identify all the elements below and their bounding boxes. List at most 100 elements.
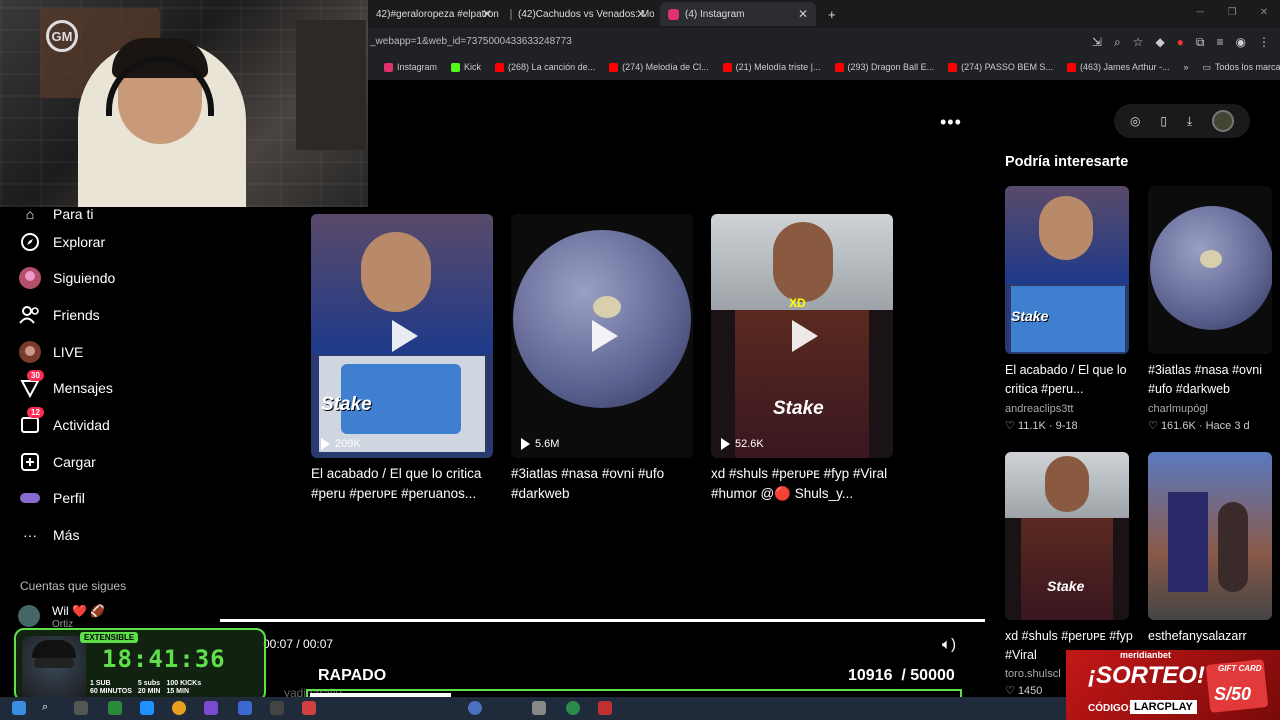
sidebar-item-label: Actividad	[53, 417, 110, 433]
zoom-icon[interactable]: ⌕	[1114, 35, 1121, 50]
app-icon[interactable]	[598, 701, 612, 715]
app-icon[interactable]	[108, 701, 122, 715]
play-icon[interactable]	[392, 320, 418, 352]
bookmark-item[interactable]: (268) La canción de...	[495, 62, 595, 72]
mobile-icon[interactable]: ▯	[1160, 114, 1167, 128]
install-icon[interactable]: ⇲	[1092, 35, 1102, 50]
volume-icon[interactable]: 🔈︎)	[942, 636, 956, 653]
sidebar-item-cargar[interactable]: Cargar	[18, 447, 96, 477]
bookmark-item[interactable]: (274) Melodía de Cl...	[609, 62, 709, 72]
suggested-user[interactable]: andreaclips3tt	[1005, 403, 1074, 415]
video-title[interactable]: #3iatlas #nasa #ovni #ufo #darkweb	[511, 464, 695, 504]
task-view-icon[interactable]	[74, 701, 88, 715]
download-icon[interactable]: ⤓	[1187, 114, 1192, 129]
close-tab-icon[interactable]: ✕	[636, 7, 646, 21]
shelf	[296, 20, 366, 150]
youtube-icon	[834, 62, 844, 72]
new-tab-button[interactable]: +	[820, 2, 840, 26]
reading-list-icon[interactable]: ≡	[1217, 35, 1224, 50]
app-icon[interactable]	[204, 701, 218, 715]
sidebar-item-friends[interactable]: Friends	[18, 300, 100, 330]
app-icon[interactable]	[270, 701, 284, 715]
bookmark-item[interactable]: (21) Melodía triste |...	[722, 62, 821, 72]
bookmark-item[interactable]: (463) James Arthur -...	[1066, 62, 1170, 72]
app-icon[interactable]	[468, 701, 482, 715]
suggested-card[interactable]	[1148, 452, 1272, 620]
more-icon: ···	[23, 527, 37, 543]
all-bookmarks-button[interactable]: ▭Todos los marcadores	[1203, 62, 1280, 73]
bookmark-icon	[451, 62, 461, 72]
video-title[interactable]: El acabado / El que lo critica #peru #pe…	[311, 464, 495, 504]
windows-start-icon[interactable]	[12, 701, 26, 715]
minimize-icon[interactable]: ─	[1184, 0, 1216, 26]
bookmark-label: (274) PASSO BEM S...	[961, 62, 1053, 72]
extension-icon[interactable]: ◆	[1155, 35, 1164, 50]
search-icon[interactable]: ⌕	[42, 701, 56, 715]
compass-icon[interactable]: ◎	[1130, 114, 1140, 128]
video-title[interactable]: xd #shuls #perᴜᴘᴇ #fyp #Viral #humor @🔴 …	[711, 464, 895, 504]
extension-icon[interactable]: ●	[1177, 35, 1184, 50]
close-tab-icon[interactable]: ✕	[482, 7, 492, 21]
avatar[interactable]	[18, 605, 40, 627]
bookmarks-overflow[interactable]: »	[1183, 62, 1188, 72]
chrome-icon[interactable]	[172, 701, 186, 715]
youtube-icon	[495, 62, 505, 72]
stat-line: 15 MIN	[166, 688, 190, 695]
address-bar[interactable]: _webapp=1&web_id=7375000433633248773 ⇲ ⌕…	[368, 30, 1280, 56]
sidebar-item-siguiendo[interactable]: Siguiendo	[18, 263, 115, 293]
activity-icon: 12	[18, 407, 44, 437]
app-icon[interactable]	[532, 701, 546, 715]
app-icon[interactable]	[302, 701, 316, 715]
sidebar-item-explorar[interactable]: Explorar	[18, 227, 105, 257]
avatar[interactable]	[1212, 110, 1235, 132]
suggested-title[interactable]: esthefanysalazarr	[1148, 627, 1276, 646]
suggested-title[interactable]: #3iatlas #nasa #ovni #ufo #darkweb	[1148, 361, 1276, 399]
edge-icon[interactable]	[140, 701, 154, 715]
suggested-user[interactable]: charlmupógl	[1148, 403, 1208, 415]
maximize-icon[interactable]: ❐	[1216, 0, 1248, 26]
bookmark-item[interactable]: Instagram	[384, 62, 437, 72]
bookmark-item[interactable]: Kick	[451, 62, 481, 72]
sidebar-item-para-ti[interactable]: ⌂ Para ti	[18, 199, 94, 229]
bookmark-item[interactable]: (293) Dragon Ball E...	[834, 62, 934, 72]
browser-tab[interactable]: (42)Cachudos vs Venados: Mon ✕	[502, 2, 654, 26]
sidebar-item-mensajes[interactable]: 30 Mensajes	[18, 370, 113, 403]
followed-user-name[interactable]: Wil ❤️ 🏈	[52, 604, 105, 618]
sidebar-item-actividad[interactable]: 12 Actividad	[18, 407, 110, 440]
tiktok-favicon-icon	[510, 8, 512, 20]
clothing-rack	[1168, 492, 1208, 592]
sidebar-item-mas[interactable]: ··· Más	[18, 520, 79, 550]
close-window-icon[interactable]: ✕	[1248, 0, 1280, 26]
video-card[interactable]: Stake 209K	[311, 214, 493, 458]
video-card[interactable]: XD Stake 52.6K	[711, 214, 893, 458]
sidebar-item-live[interactable]: LIVE	[18, 337, 83, 367]
suggested-card[interactable]: Stake	[1005, 452, 1129, 620]
bookmark-item[interactable]: (274) PASSO BEM S...	[948, 62, 1053, 72]
stat-line: 100 KICKs	[166, 680, 202, 687]
suggested-title[interactable]: El acabado / El que lo critica #peru...	[1005, 361, 1133, 399]
video-card[interactable]: 5.6M	[511, 214, 693, 458]
suggested-card[interactable]: Stake	[1005, 186, 1129, 354]
menu-icon[interactable]: ⋮	[1258, 35, 1270, 50]
tab-title: (4) Instagram	[685, 8, 745, 20]
more-options-icon[interactable]: •••	[940, 112, 962, 133]
sidebar-item-perfil[interactable]: Perfil	[18, 483, 85, 513]
mascot-glasses	[34, 658, 74, 668]
profile-icon[interactable]: ◉	[1236, 35, 1246, 50]
extensions-puzzle-icon[interactable]: ⧉	[1196, 35, 1205, 50]
browser-tab[interactable]: 42)#geraloropeza #elpatron # ✕	[368, 2, 500, 26]
play-icon[interactable]	[792, 320, 818, 352]
play-icon[interactable]	[592, 320, 618, 352]
whatsapp-icon[interactable]	[566, 701, 580, 715]
app-icon[interactable]	[238, 701, 252, 715]
browser-tab-active[interactable]: (4) Instagram ✕	[660, 2, 816, 26]
city-graphic	[1021, 518, 1113, 620]
suggested-card[interactable]	[1148, 186, 1272, 354]
video-progress-bar[interactable]	[220, 619, 985, 622]
thumbnail-face	[1045, 456, 1089, 512]
suggested-user[interactable]: toro.shulscl	[1005, 668, 1061, 680]
close-tab-icon[interactable]: ✕	[798, 7, 808, 21]
bookmark-label: (463) James Arthur -...	[1079, 62, 1170, 72]
view-count: 52.6K	[721, 438, 764, 450]
bookmark-star-icon[interactable]: ☆	[1133, 35, 1144, 50]
